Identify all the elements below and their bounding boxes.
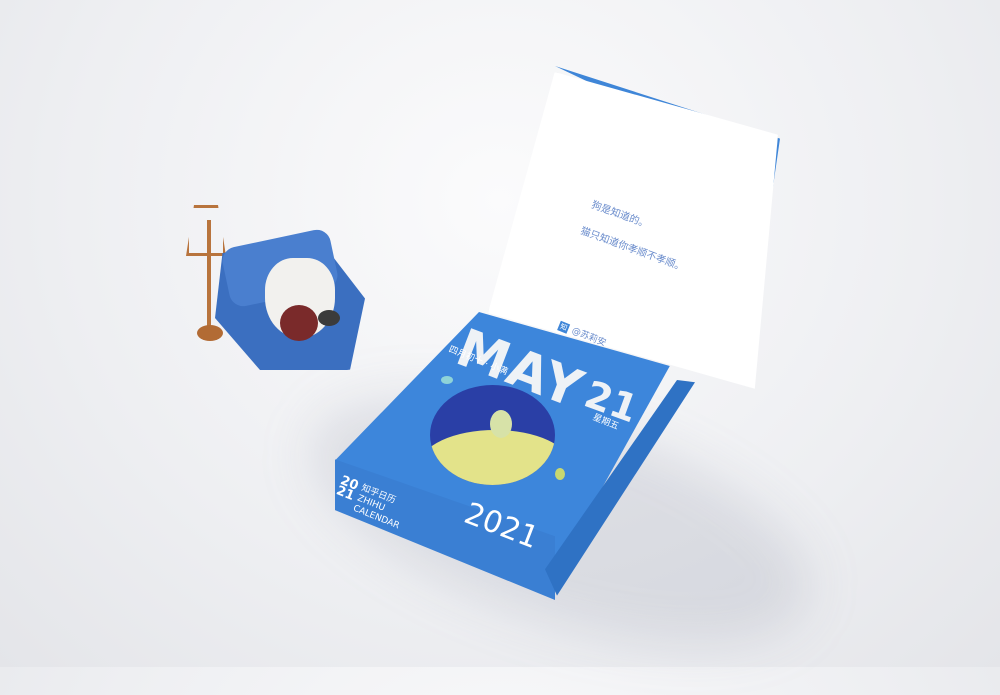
floor-lamp-shade	[186, 205, 226, 256]
floor-lamp-base	[197, 325, 223, 341]
dog-figurine-body	[280, 305, 318, 341]
decor-dot	[555, 468, 565, 480]
decor-dot	[441, 376, 453, 384]
dog-figurine-nose	[318, 310, 340, 326]
